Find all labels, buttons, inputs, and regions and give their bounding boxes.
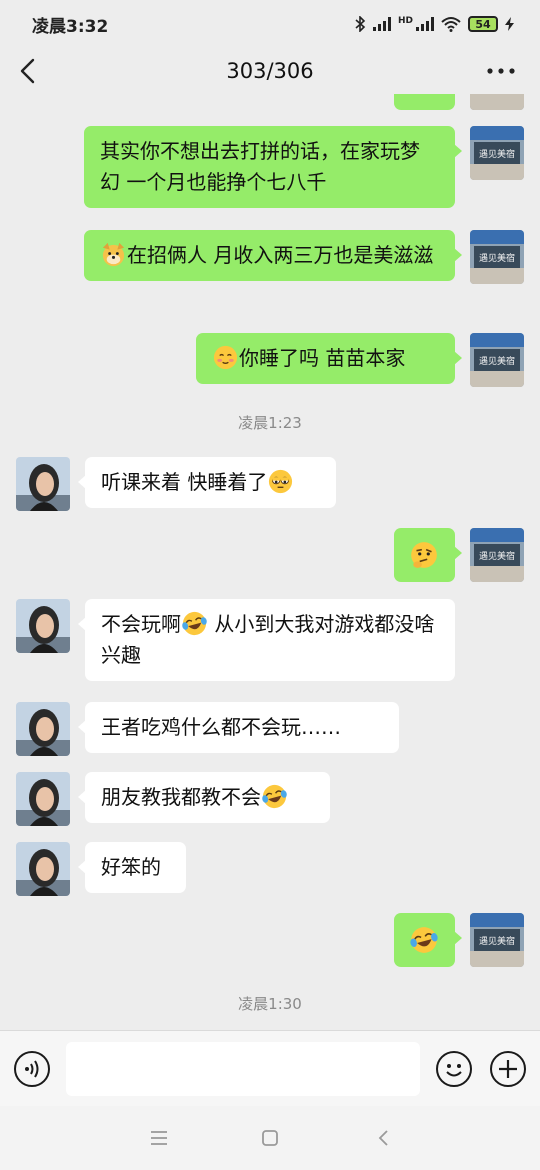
- more-dots-icon: [487, 68, 515, 74]
- timestamp: 凌晨1:30: [238, 995, 302, 1013]
- network-label: HD: [397, 16, 413, 26]
- message-text: 朋友教我都教不会: [101, 785, 261, 809]
- message-bubble-outgoing[interactable]: [394, 528, 462, 582]
- person-avatar-icon: [16, 599, 70, 653]
- person-avatar-icon: [16, 842, 70, 896]
- message-text: 听课来着 快睡着了: [101, 470, 268, 494]
- plus-icon: [499, 1060, 517, 1078]
- message-text: 在招俩人 月收入两三万也是美滋滋: [127, 243, 434, 267]
- chat-title: 303/306: [226, 59, 314, 83]
- person-avatar-icon: [16, 457, 70, 511]
- bluetooth-icon: [355, 16, 366, 32]
- message-text: 不会玩啊: [101, 612, 181, 636]
- smiley-icon: [446, 1064, 462, 1077]
- battery-icon: 54: [468, 16, 498, 32]
- dog-face-emoji-icon: [102, 242, 125, 267]
- message-bubble-incoming[interactable]: 听课来着 快睡着了: [78, 457, 336, 508]
- self-avatar[interactable]: 遇见美宿: [470, 913, 524, 967]
- contact-avatar[interactable]: [16, 702, 70, 756]
- message-bubble-outgoing[interactable]: 其实你不想出去打拼的话，在家玩梦幻 一个月也能挣个七八千: [84, 126, 462, 208]
- message-text: 好笨的: [101, 855, 161, 879]
- message-bubble-partial[interactable]: [394, 94, 455, 110]
- blushing-face-emoji-icon: [213, 345, 238, 370]
- sleepy-eyes-emoji-icon: [269, 469, 293, 494]
- message-bubble-incoming[interactable]: 好笨的: [78, 842, 186, 893]
- chevron-left-icon: [20, 58, 35, 84]
- recent-apps-button[interactable]: [145, 1124, 173, 1152]
- message-list[interactable]: 其实你不想出去打拼的话，在家玩梦幻 一个月也能挣个七八千 遇见美宿 在招俩人 月…: [0, 94, 540, 1030]
- avatar-sign-text: 遇见美宿: [479, 148, 515, 160]
- message-input[interactable]: [66, 1042, 420, 1096]
- signal-bars-icon: [372, 17, 391, 31]
- message-text: 你睡了吗 苗苗本家: [239, 346, 406, 370]
- home-button[interactable]: [256, 1124, 284, 1152]
- person-avatar-icon: [16, 772, 70, 826]
- storefront-avatar-icon: 遇见美宿: [470, 913, 524, 967]
- system-back-button[interactable]: [370, 1124, 398, 1152]
- status-bar: 凌晨3:32 HD 54: [0, 0, 540, 48]
- storefront-avatar-icon: 遇见美宿: [470, 333, 524, 387]
- chat-header: 303/306: [0, 48, 540, 94]
- back-triangle-icon: [378, 1130, 388, 1146]
- storefront-avatar-icon: 遇见美宿: [470, 230, 524, 284]
- avatar-sign-text: 遇见美宿: [479, 355, 515, 367]
- contact-avatar[interactable]: [16, 599, 70, 653]
- crying-laughing-emoji-icon: [410, 927, 438, 953]
- message-bubble-outgoing[interactable]: [394, 913, 462, 967]
- system-navigation-bar: [0, 1106, 540, 1170]
- timestamp: 凌晨1:23: [238, 414, 302, 432]
- avatar-sign-text: 遇见美宿: [479, 550, 515, 562]
- charging-bolt-icon: [505, 17, 514, 31]
- crying-laughing-emoji-icon: [262, 784, 287, 809]
- message-bubble-outgoing[interactable]: 在招俩人 月收入两三万也是美滋滋: [84, 230, 462, 281]
- signal-bars-2-icon: [416, 17, 434, 31]
- crying-laughing-emoji-icon: [182, 611, 207, 636]
- storefront-avatar-icon: 遇见美宿: [470, 528, 524, 582]
- status-time: 凌晨3:32: [32, 16, 109, 37]
- self-avatar[interactable]: 遇见美宿: [470, 528, 524, 582]
- message-bubble-incoming[interactable]: 朋友教我都教不会: [78, 772, 330, 823]
- thinking-face-emoji-icon: [411, 542, 437, 568]
- message-text: 其实你不想出去打拼的话，在家玩梦幻 一个月也能挣个七八千: [100, 139, 420, 194]
- contact-avatar[interactable]: [16, 842, 70, 896]
- voice-icon: [25, 1060, 39, 1078]
- contact-avatar[interactable]: [16, 772, 70, 826]
- self-avatar[interactable]: 遇见美宿: [470, 333, 524, 387]
- self-avatar[interactable]: 遇见美宿: [470, 230, 524, 284]
- self-avatar[interactable]: 遇见美宿: [470, 126, 524, 180]
- status-icons: HD 54: [355, 16, 514, 32]
- message-bubble-incoming[interactable]: 不会玩啊 从小到大我对游戏都没啥兴趣: [78, 599, 455, 681]
- emoji-button[interactable]: [436, 1051, 472, 1087]
- self-avatar[interactable]: [470, 94, 524, 110]
- storefront-avatar-icon: [470, 94, 524, 110]
- avatar-sign-text: 遇见美宿: [479, 252, 515, 264]
- voice-button[interactable]: [14, 1051, 50, 1087]
- more-actions-button[interactable]: [490, 1051, 526, 1087]
- menu-icon: [151, 1131, 167, 1145]
- back-button[interactable]: [14, 56, 44, 86]
- avatar-sign-text: 遇见美宿: [479, 935, 515, 947]
- home-icon: [262, 1130, 278, 1146]
- storefront-avatar-icon: 遇见美宿: [470, 126, 524, 180]
- contact-avatar[interactable]: [16, 457, 70, 511]
- message-bubble-incoming[interactable]: 王者吃鸡什么都不会玩……: [78, 702, 399, 753]
- more-options-button[interactable]: [484, 56, 518, 86]
- message-text: 王者吃鸡什么都不会玩……: [101, 715, 341, 739]
- wifi-icon: [441, 17, 461, 32]
- message-bubble-outgoing[interactable]: 你睡了吗 苗苗本家: [196, 333, 462, 384]
- person-avatar-icon: [16, 702, 70, 756]
- input-bar: [0, 1030, 540, 1106]
